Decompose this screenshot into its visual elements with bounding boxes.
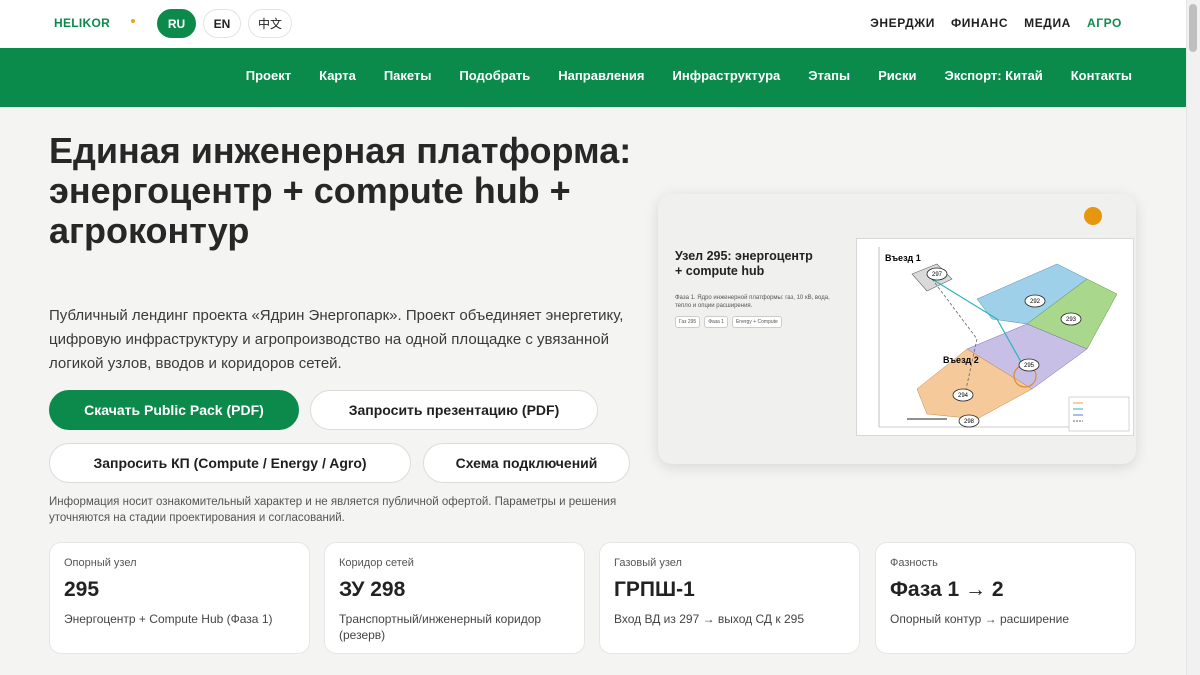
chip-energy-compute: Energy + Compute — [731, 316, 782, 328]
lang-ru-button[interactable]: RU — [157, 9, 196, 38]
node-297-label: 297 — [932, 272, 943, 278]
nav-item-packages[interactable]: Пакеты — [384, 68, 432, 83]
stat-card-phasing: Фазность Фаза 1 → 2 Опорный контур → рас… — [875, 542, 1136, 654]
stat-label: Газовый узел — [614, 557, 682, 569]
lang-zh-button[interactable]: 中文 — [248, 9, 292, 38]
nav-item-project[interactable]: Проект — [246, 68, 291, 83]
request-presentation-button[interactable]: Запросить презентацию (PDF) — [310, 390, 598, 430]
stat-label: Коридор сетей — [339, 557, 414, 569]
top-nav-agro[interactable]: АГРО — [1087, 16, 1122, 30]
node-295-label: 295 — [1024, 363, 1035, 369]
top-nav-energy[interactable]: ЭНЕРДЖИ — [870, 16, 935, 30]
stat-card-gas-node: Газовый узел ГРПШ-1 Вход ВД из 297 → вых… — [599, 542, 860, 654]
entry-1-label: Въезд 1 — [885, 253, 921, 263]
stat-label: Опорный узел — [64, 557, 137, 569]
stat-value: 295 — [64, 578, 100, 601]
nav-item-contacts[interactable]: Контакты — [1071, 68, 1132, 83]
scrollbar-thumb[interactable] — [1189, 4, 1197, 52]
top-nav-finance[interactable]: ФИНАНС — [951, 16, 1008, 30]
download-public-pack-button[interactable]: Скачать Public Pack (PDF) — [49, 390, 299, 430]
node-292-label: 292 — [1030, 299, 1041, 305]
connection-scheme-button[interactable]: Схема подключений — [423, 443, 630, 483]
stat-card-network-corridor: Коридор сетей ЗУ 298 Транспортный/инжене… — [324, 542, 585, 654]
stat-value: Фаза 1 → 2 — [890, 578, 1004, 601]
main-nav: Проект Карта Пакеты Подобрать Направлени… — [0, 48, 1186, 107]
nav-item-map[interactable]: Карта — [319, 68, 356, 83]
nav-item-select[interactable]: Подобрать — [459, 68, 530, 83]
stat-description: Транспортный/инженерный коридор (резерв) — [339, 612, 542, 642]
brand-logo[interactable]: HELIKOR — [54, 16, 110, 30]
node-298-label: 298 — [964, 419, 975, 425]
nav-item-risks[interactable]: Риски — [878, 68, 916, 83]
site-map-image: 297 292 293 295 294 298 Въезд 1 Въезд 2 — [856, 238, 1134, 436]
stat-description: Вход ВД из 297 → выход СД к 295 — [614, 612, 804, 626]
preview-subtitle: Фаза 1. Ядро инженерной платформы: газ, … — [675, 295, 830, 309]
hero-description: Публичный лендинг проекта «Ядрин Энергоп… — [49, 307, 624, 372]
top-bar: HELIKOR RU EN 中文 ЭНЕРДЖИ ФИНАНС МЕДИА АГ… — [0, 0, 1186, 48]
entry-2-label: Въезд 2 — [943, 355, 979, 365]
stat-label: Фазность — [890, 557, 938, 569]
top-nav-media[interactable]: МЕДИА — [1024, 16, 1071, 30]
site-map-svg: 297 292 293 295 294 298 Въезд 1 Въезд 2 — [878, 247, 1130, 432]
disclaimer-text: Информация носит ознакомительный характе… — [49, 496, 617, 524]
stat-description: Энергоцентр + Compute Hub (Фаза 1) — [64, 612, 273, 626]
stat-value: ЗУ 298 — [339, 578, 406, 601]
stat-card-support-node: Опорный узел 295 Энергоцентр + Compute H… — [49, 542, 310, 654]
top-nav: ЭНЕРДЖИ ФИНАНС МЕДИА АГРО — [870, 16, 1122, 30]
node-294-label: 294 — [958, 393, 969, 399]
status-dot-icon — [1084, 207, 1102, 225]
preview-title: Узел 295: энергоцентр + compute hub — [675, 249, 813, 278]
chip-gas: Газ 295 — [675, 316, 701, 328]
hero-title: Единая инженерная платформа: энергоцентр… — [49, 130, 632, 251]
node-preview-card[interactable]: Узел 295: энергоцентр + compute hub Фаза… — [658, 194, 1136, 464]
stat-value: ГРПШ-1 — [614, 578, 695, 601]
brand-dot-icon — [131, 19, 135, 23]
nav-item-infrastructure[interactable]: Инфраструктура — [673, 68, 781, 83]
nav-item-directions[interactable]: Направления — [558, 68, 644, 83]
request-offer-button[interactable]: Запросить КП (Compute / Energy / Agro) — [49, 443, 411, 483]
lang-en-button[interactable]: EN — [203, 9, 241, 38]
nav-item-stages[interactable]: Этапы — [808, 68, 850, 83]
node-293-label: 293 — [1066, 317, 1077, 323]
chip-phase: Фаза 1 — [704, 316, 728, 328]
nav-item-export-china[interactable]: Экспорт: Китай — [944, 68, 1042, 83]
preview-chips: Газ 295 Фаза 1 Energy + Compute — [675, 316, 782, 328]
page-scrollbar[interactable] — [1186, 0, 1200, 675]
stat-description: Опорный контур → расширение — [890, 612, 1070, 626]
